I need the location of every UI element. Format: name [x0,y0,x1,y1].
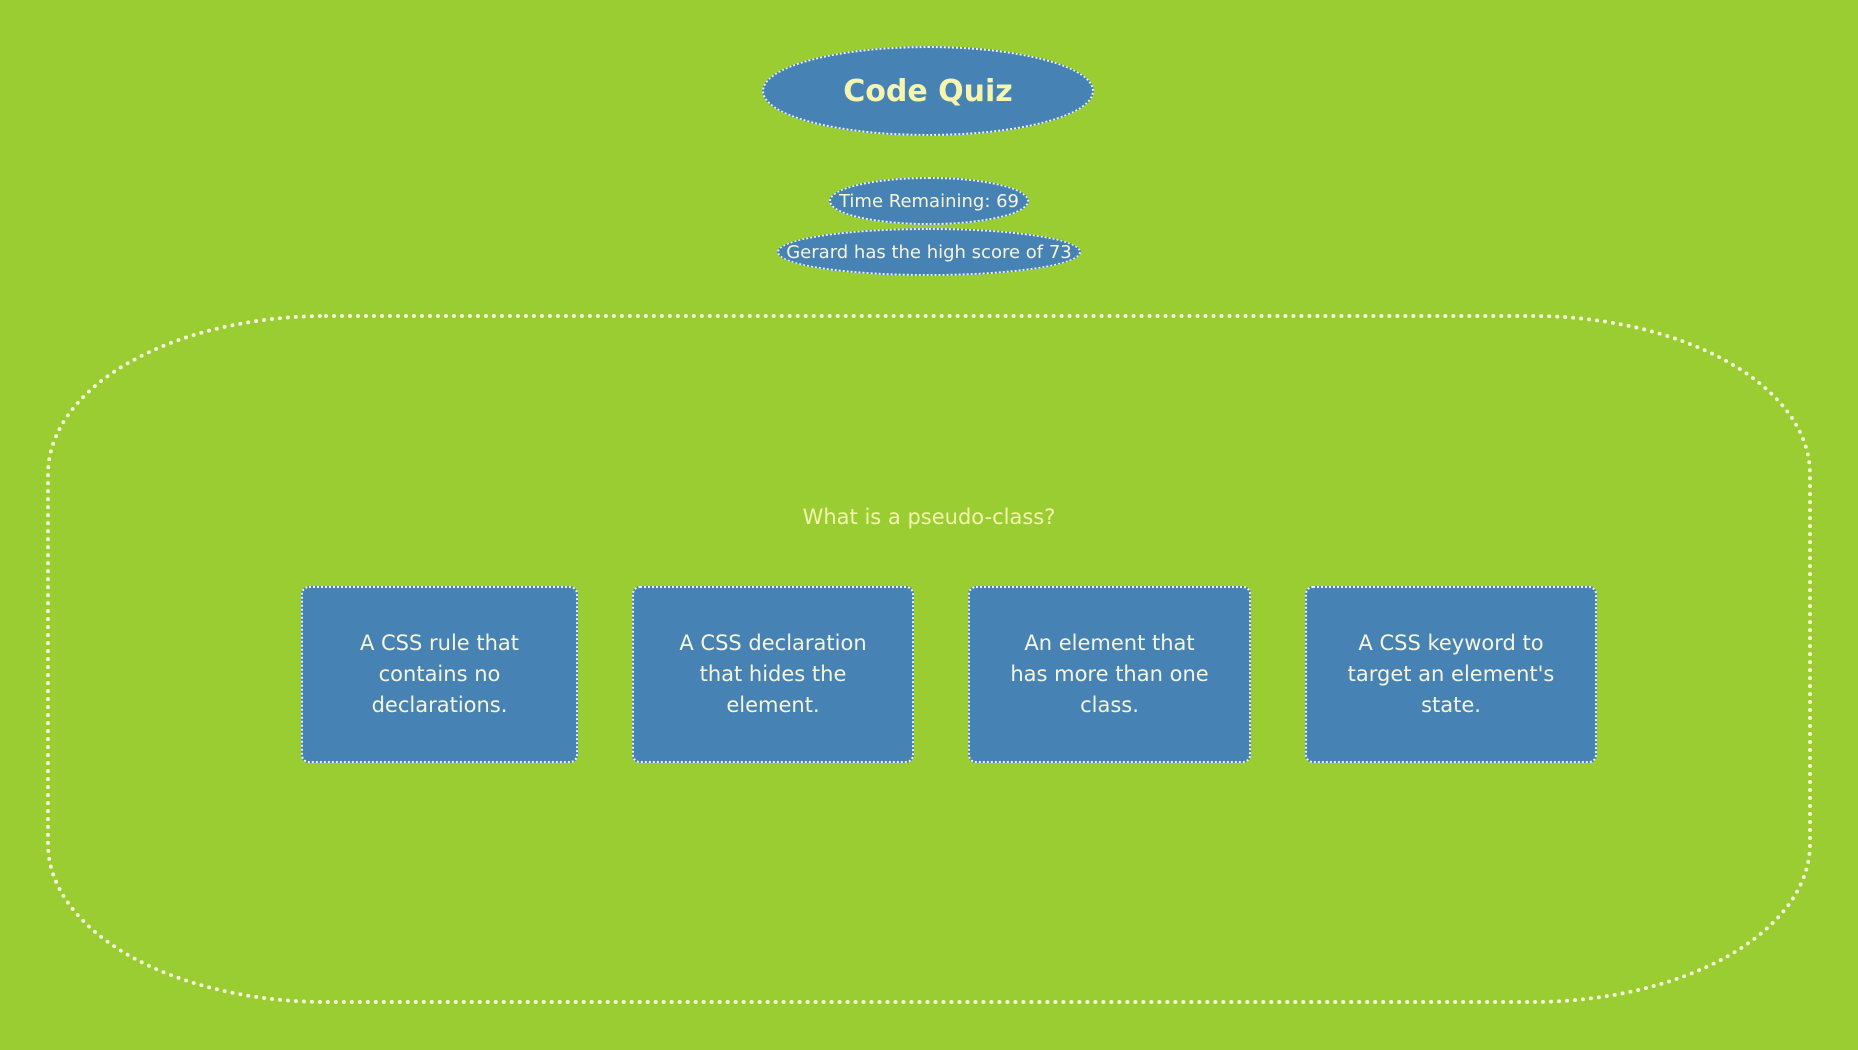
question-text: What is a pseudo-class? [802,505,1056,529]
page-title: Code Quiz [762,46,1094,136]
answer-button-2[interactable]: A CSS declaration that hides the element… [632,586,914,763]
high-score-badge: Gerard has the high score of 73 [777,228,1081,276]
time-remaining-badge: Time Remaining: 69 [829,177,1029,225]
quiz-page: Code Quiz Time Remaining: 69 Gerard has … [0,0,1858,1050]
answer-button-1[interactable]: A CSS rule that contains no declarations… [301,586,578,763]
answer-button-3[interactable]: An element that has more than one class. [968,586,1251,763]
answer-button-4[interactable]: A CSS keyword to target an element's sta… [1305,586,1597,763]
